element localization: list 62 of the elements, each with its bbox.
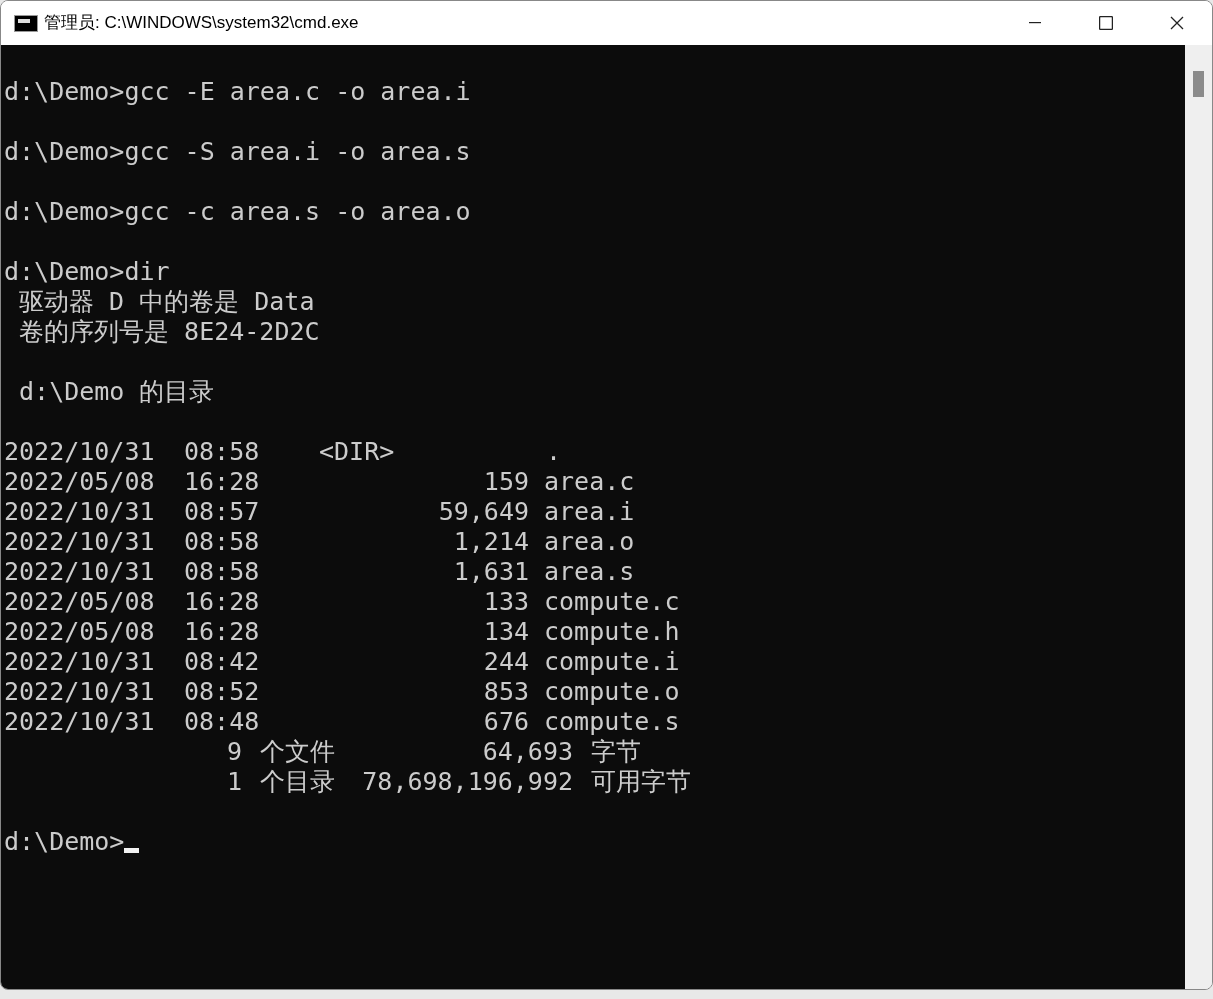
summary-count: 1 (226, 767, 242, 797)
file-name: compute.o (544, 677, 680, 706)
window-title: 管理员: C:\WINDOWS\system32\cmd.exe (44, 12, 359, 35)
file-size: 134 (483, 617, 529, 647)
file-date: 2022/10/31 (4, 647, 155, 676)
file-name: compute.h (544, 617, 680, 646)
file-name: area.o (544, 527, 635, 556)
summary-unit: 可用字节 (591, 767, 691, 796)
file-name: area.i (544, 497, 635, 526)
file-size: 853 (483, 677, 529, 707)
scrollbar-thumb[interactable] (1193, 71, 1204, 97)
file-time: 08:57 (184, 497, 260, 526)
file-date: 2022/10/31 (4, 557, 155, 586)
summary-count: 9 (226, 737, 242, 767)
summary-bytes: 78,698,196,992 (362, 767, 573, 797)
file-date: 2022/10/31 (4, 497, 155, 526)
file-date: 2022/10/31 (4, 677, 155, 706)
file-date: 2022/05/08 (4, 587, 155, 616)
terminal-app-icon (14, 14, 38, 32)
minimize-icon (1028, 22, 1041, 24)
console-line: 驱动器 D 中的卷是 Data (18, 287, 315, 317)
console-line: d:\Demo 的目录 (18, 377, 215, 407)
file-time: 16:28 (184, 587, 260, 616)
file-name: area.s (544, 557, 635, 586)
file-size: 244 (483, 647, 529, 677)
file-date: 2022/05/08 (4, 467, 155, 496)
file-time: 08:58 (184, 557, 260, 586)
console-line: d:\Demo> (4, 827, 125, 857)
file-date: 2022/10/31 (4, 707, 155, 736)
file-time: 08:58 (184, 437, 260, 466)
summary-label: 个目录 (260, 767, 335, 797)
file-name: compute.s (544, 707, 680, 736)
file-name: compute.c (544, 587, 680, 616)
directory-tag: <DIR> (319, 437, 395, 467)
file-time: 08:48 (184, 707, 260, 736)
summary-label: 个文件 (260, 737, 335, 767)
file-size: 1,631 (453, 557, 529, 587)
file-time: 08:52 (184, 677, 260, 706)
file-date: 2022/10/31 (4, 527, 155, 556)
close-icon (1169, 16, 1184, 30)
console-line: 卷的序列号是 8E24-2D2C (18, 317, 320, 347)
file-time: 08:58 (184, 527, 260, 556)
file-time: 08:42 (184, 647, 260, 676)
file-size: 1,214 (453, 527, 529, 557)
console-line: d:\Demo>gcc -E area.c -o area.i (4, 77, 471, 107)
file-name: . (546, 437, 562, 466)
summary-unit: 字节 (591, 737, 641, 766)
console-line: d:\Demo>gcc -S area.i -o area.s (4, 137, 471, 167)
file-date: 2022/05/08 (4, 617, 155, 646)
console-line: d:\Demo>gcc -c area.s -o area.o (4, 197, 471, 227)
maximize-icon (1098, 16, 1113, 30)
file-size: 133 (483, 587, 529, 617)
file-time: 16:28 (184, 617, 260, 646)
file-name: compute.i (544, 647, 680, 676)
file-size: 159 (483, 467, 529, 497)
file-name: area.c (544, 467, 635, 496)
file-size: 676 (483, 707, 529, 737)
summary-bytes: 64,693 (482, 737, 573, 767)
console-line: d:\Demo>dir (4, 257, 170, 287)
file-date: 2022/10/31 (4, 437, 155, 466)
file-size: 59,649 (438, 497, 529, 527)
file-time: 16:28 (184, 467, 260, 496)
